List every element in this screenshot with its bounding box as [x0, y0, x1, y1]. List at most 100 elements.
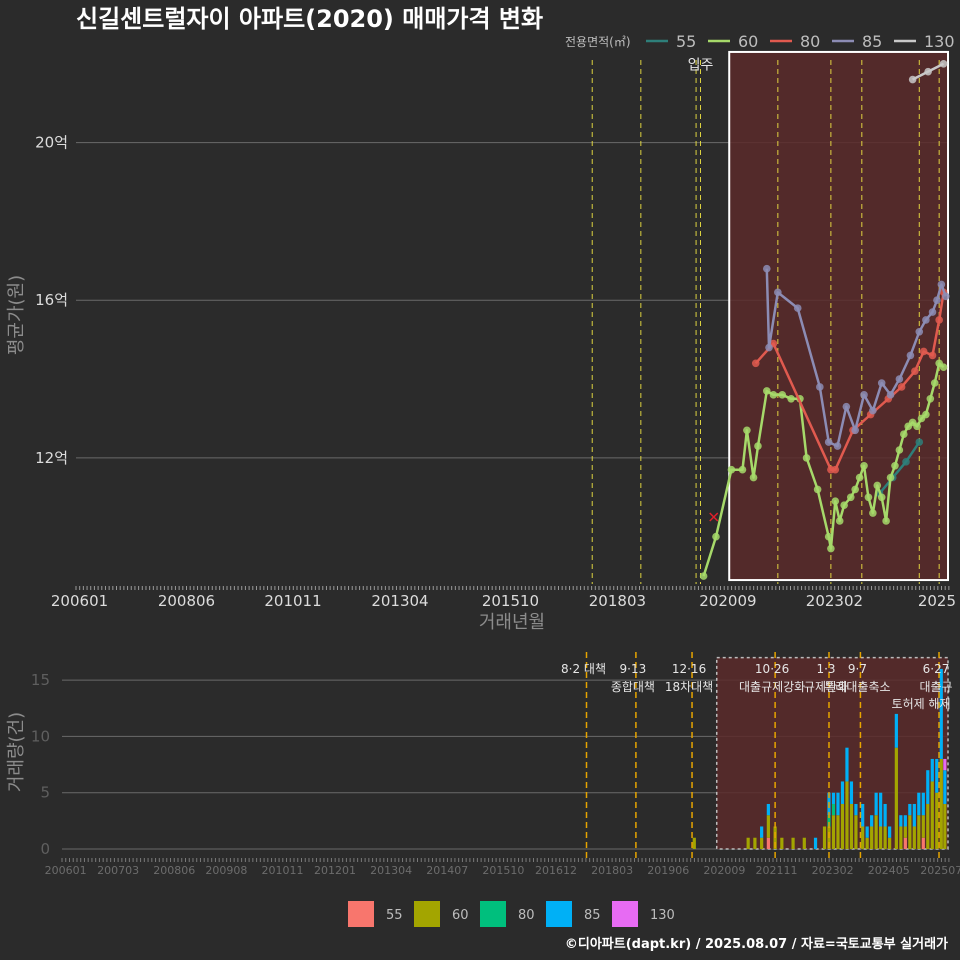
data-point-130 — [939, 59, 948, 68]
x-tick-label: 202009 — [699, 592, 756, 610]
volume-bar-85 — [912, 803, 916, 827]
volume-bar-85 — [813, 837, 818, 849]
data-point-60 — [891, 461, 899, 470]
volume-bar-85 — [854, 803, 858, 816]
legend-key-80 — [480, 901, 506, 927]
data-point-85 — [774, 288, 782, 297]
x-tick-label: 2025 — [918, 592, 956, 610]
policy-name-label: 특례대출축소 — [824, 680, 890, 694]
data-point-55 — [915, 438, 924, 446]
data-point-85 — [877, 379, 886, 387]
policy-date-label: 1·3 — [816, 662, 835, 676]
legend-text-130: 130 — [650, 908, 675, 923]
data-point-60 — [827, 544, 835, 553]
data-point-60 — [778, 391, 787, 399]
data-point-85 — [886, 391, 895, 399]
y-tick-label: 12억 — [35, 449, 68, 467]
data-point-60 — [769, 391, 778, 399]
y-tick-label: 16억 — [35, 291, 68, 309]
volume-x-tick-label: 200806 — [153, 864, 195, 877]
volume-y-tick-label: 5 — [40, 784, 50, 802]
x-tick-label: 202302 — [806, 592, 863, 610]
policy-date-label: 10·26 — [755, 662, 789, 676]
volume-bar-60 — [930, 781, 934, 849]
data-point-60 — [864, 493, 873, 502]
data-point-60 — [895, 446, 904, 454]
volume-x-tick-label: 202009 — [703, 864, 745, 877]
policy-date-label: 6·27 — [923, 662, 950, 676]
legend-text-60: 60 — [452, 908, 469, 923]
volume-x-tick-label: 202111 — [755, 864, 797, 877]
volume-x-tick-label: 201510 — [482, 864, 524, 877]
data-point-60 — [699, 572, 708, 580]
data-point-85 — [933, 296, 941, 305]
volume-bar-60 — [943, 803, 947, 849]
volume-bar-60 — [921, 815, 925, 838]
volume-x-tick-label: 201803 — [591, 864, 633, 877]
volume-bar-60 — [874, 815, 878, 849]
data-point-85 — [833, 442, 842, 450]
volume-bar-60 — [746, 837, 750, 849]
y-axis-label: 평균가(원) — [6, 275, 27, 355]
volume-bar-60 — [939, 758, 943, 849]
volume-bar-85 — [917, 792, 921, 816]
legend-label-85: 85 — [862, 32, 882, 51]
x-tick-label: 201304 — [371, 592, 428, 610]
data-point-60 — [930, 379, 939, 387]
volume-bar-60 — [760, 837, 764, 849]
data-point-60 — [886, 473, 895, 482]
volume-bar-60 — [894, 747, 898, 849]
data-point-85 — [816, 383, 824, 391]
policy-name-label: 18차대책 — [665, 679, 713, 694]
data-point-60 — [900, 430, 908, 439]
data-point-80 — [935, 316, 943, 324]
volume-bar-85 — [870, 815, 874, 827]
volume-bar-85 — [899, 815, 903, 827]
volume-bar-60 — [935, 792, 939, 849]
legend-text-80: 80 — [518, 908, 535, 923]
volume-y-tick-label: 10 — [31, 727, 50, 745]
data-point-60 — [913, 422, 921, 431]
volume-x-tick-label: 200601 — [45, 864, 87, 877]
volume-bar-85 — [930, 758, 934, 782]
data-point-60 — [712, 532, 720, 541]
volume-bar-80 — [831, 803, 836, 816]
volume-bar-60 — [861, 826, 865, 849]
volume-bar-60 — [917, 815, 921, 849]
x-tick-label: 200601 — [51, 592, 108, 610]
volume-x-tick-label: 202507 — [920, 864, 960, 877]
legend-key-55 — [348, 901, 374, 927]
volume-x-tick-label: 201407 — [426, 864, 468, 877]
volume-bar-85 — [849, 781, 854, 804]
volume-bar-85 — [865, 826, 869, 838]
data-point-85 — [765, 343, 773, 352]
data-point-85 — [824, 438, 833, 446]
data-point-60 — [813, 485, 822, 494]
x-tick-label: 200806 — [158, 592, 215, 610]
data-point-85 — [869, 406, 877, 415]
volume-y-axis-label: 거래량(건) — [6, 712, 27, 792]
volume-bar-85 — [888, 826, 892, 838]
legend-key-60 — [414, 901, 440, 927]
volume-x-tick-label: 201011 — [261, 864, 303, 877]
volume-bar-60 — [854, 815, 858, 849]
data-point-60 — [882, 517, 890, 525]
volume-bar-130 — [943, 758, 947, 771]
volume-bar-85 — [903, 815, 907, 827]
data-point-85 — [937, 280, 946, 289]
data-point-60 — [939, 363, 948, 372]
policy-extra-label: 토허제 해제 — [892, 697, 951, 711]
policy-name-label: 종합대책 — [611, 679, 655, 694]
data-point-60 — [762, 387, 771, 395]
volume-x-tick-label: 202302 — [812, 864, 854, 877]
data-point-80 — [928, 351, 937, 360]
data-point-60 — [873, 481, 882, 490]
data-point-130 — [908, 75, 917, 84]
volume-bar-60 — [845, 781, 849, 849]
data-point-60 — [869, 509, 877, 517]
data-point-60 — [831, 497, 840, 506]
move-in-label: 입주 — [688, 58, 714, 74]
data-point-60 — [877, 493, 886, 502]
data-point-85 — [842, 402, 851, 411]
volume-bar-60 — [840, 803, 845, 849]
